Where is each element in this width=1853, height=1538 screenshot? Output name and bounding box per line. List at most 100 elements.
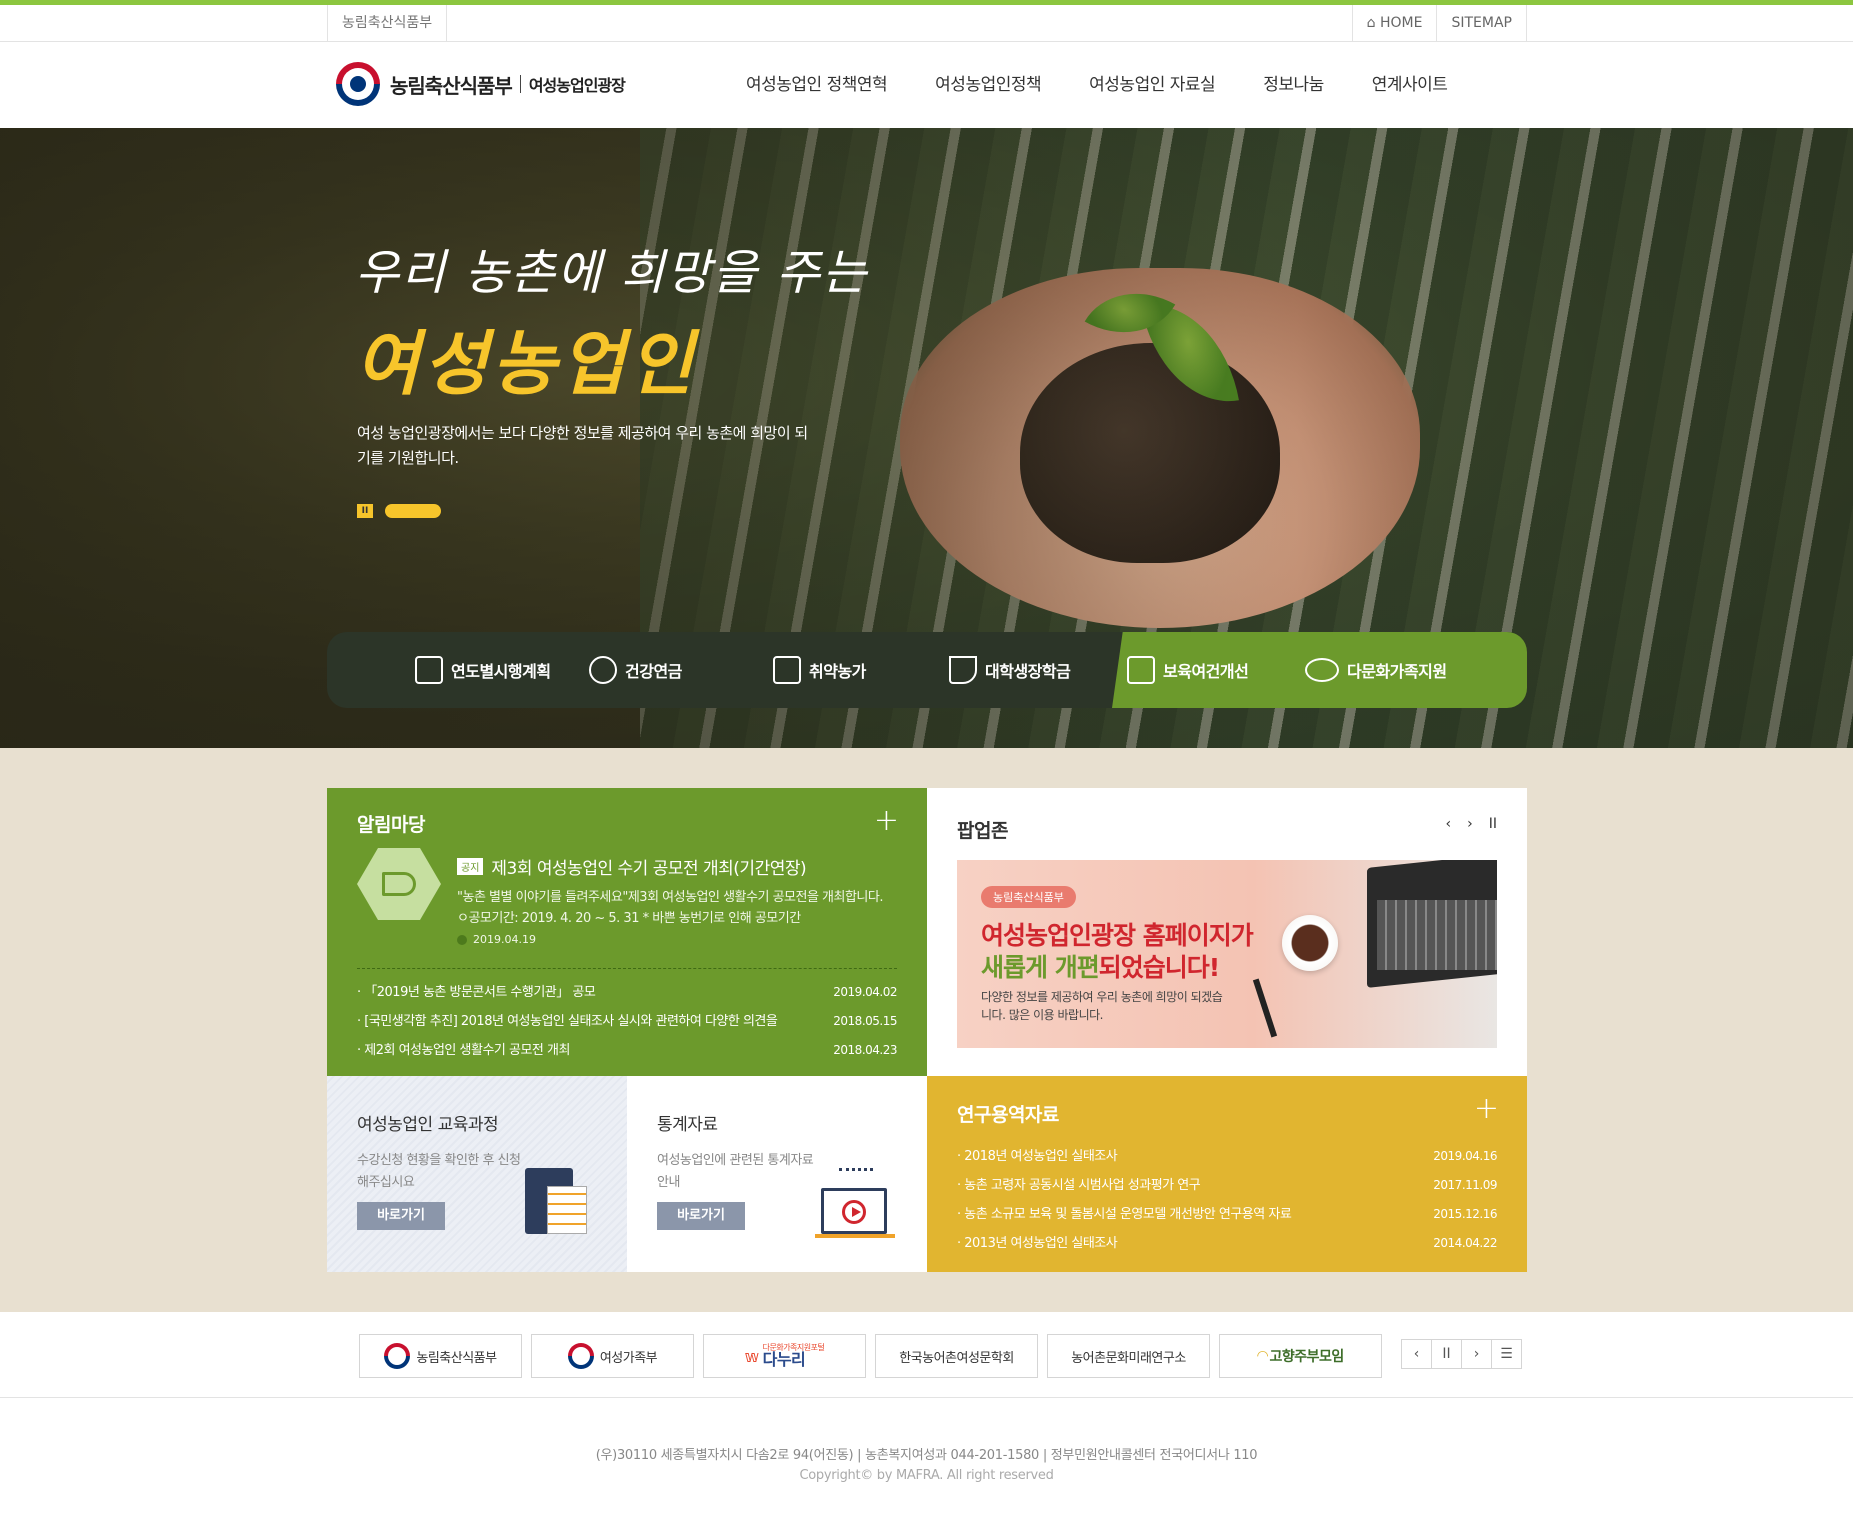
research-title: 연구용역자료	[957, 1104, 1059, 1126]
featured-notice[interactable]: 공지 제3회 여성농업인 수기 공모전 개최(기간연장) "농촌 별별 이야기를…	[457, 854, 897, 946]
site-logo[interactable]: 농림축산식품부 여성농업인광장	[336, 62, 626, 106]
list-item[interactable]: · 제2회 여성농업인 생활수기 공모전 개최 2018.04.23	[357, 1036, 897, 1065]
featured-notice-date: 2019.04.19	[473, 933, 536, 946]
research-item-date: 2015.12.16	[1433, 1207, 1497, 1221]
quick-link-multicultural[interactable]: 다문화가족지원	[1305, 632, 1447, 708]
play-icon	[842, 1200, 866, 1224]
statistics-description: 여성농업인에 관련된 통계자료 안내	[657, 1153, 814, 1190]
list-item[interactable]: · 농촌 소규모 보육 및 돌봄시설 운영모델 개선방안 연구용역 자료 201…	[957, 1200, 1497, 1229]
list-item[interactable]: · 2013년 여성농업인 실태조사 2014.04.22	[957, 1229, 1497, 1258]
nav-info-share[interactable]: 정보나눔	[1263, 42, 1324, 128]
list-item[interactable]: · [국민생각함 추진] 2018년 여성농업인 실태조사 실시와 관련하여 다…	[357, 1007, 897, 1036]
research-item-title[interactable]: · 농촌 소규모 보육 및 돌봄시설 운영모델 개선방안 연구용역 자료	[957, 1200, 1292, 1229]
nav-policy-history[interactable]: 여성농업인 정책연혁	[746, 42, 888, 128]
notice-tag-badge: 공지	[457, 858, 484, 875]
partner-next-button[interactable]: ›	[1461, 1339, 1492, 1369]
main-nav: 여성농업인 정책연혁 여성농업인정책 여성농업인 자료실 정보나눔 연계사이트	[746, 42, 1495, 128]
education-description: 수강신청 현황을 확인한 후 신청해주십시요	[357, 1153, 521, 1190]
notice-divider	[357, 968, 897, 969]
banner-headline-line2: 새롭게 개편되었습니다!	[981, 953, 1220, 982]
research-panel: 연구용역자료 + · 2018년 여성농업인 실태조사 2019.04.16 ·…	[927, 1076, 1527, 1272]
popup-title: 팝업존	[957, 820, 1008, 842]
clipboard-icon	[773, 656, 801, 684]
popup-next-button[interactable]: ›	[1467, 816, 1473, 832]
checklist-icon	[547, 1186, 587, 1234]
notice-item-date: 2019.04.02	[833, 985, 897, 999]
partner-logos: 농림축산식품부 여성가족부 𝕨 다문화가족지원포털 다누리 한국농어촌여성문학회 농…	[359, 1334, 1391, 1378]
notice-title: 알림마당	[357, 814, 425, 836]
taeguk-icon	[384, 1343, 411, 1369]
home-icon: ⌂	[1366, 15, 1380, 31]
quick-link-scholarship[interactable]: 대학생장학금	[949, 632, 1071, 708]
partner-mogef[interactable]: 여성가족부	[531, 1334, 694, 1378]
list-item[interactable]: · 농촌 고령자 공동시설 시범사업 성과평가 연구 2017.11.09	[957, 1171, 1497, 1200]
banner-ministry-tag: 농림축산식품부	[981, 886, 1076, 908]
broadcast-rays-icon	[839, 1168, 873, 1180]
research-item-title[interactable]: · 2013년 여성농업인 실태조사	[957, 1229, 1118, 1258]
research-item-date: 2014.04.22	[1433, 1236, 1497, 1250]
quick-links-bar: 연도별시행계획 건강연금 취약농가 대학생장학금 보육여건개선 다문화가족지원	[327, 632, 1527, 708]
notice-item-title[interactable]: · 제2회 여성농업인 생활수기 공모전 개최	[357, 1036, 817, 1065]
chat-bubbles-icon	[1305, 658, 1339, 682]
org-label: 농림축산식품부	[327, 5, 448, 42]
banner-description: 다양한 정보를 제공하여 우리 농촌에 희망이 되겠습니다. 많은 이용 바랍니…	[981, 990, 1223, 1022]
laptop-keyboard-image	[1377, 900, 1497, 970]
chart-board-icon	[415, 656, 443, 684]
pen-image	[1252, 978, 1278, 1038]
notice-list: · 「2019년 농촌 방문콘서트 수행기관」 공모 2019.04.02 · …	[357, 978, 897, 1065]
quick-link-annual-plan[interactable]: 연도별시행계획	[415, 632, 551, 708]
nav-related-sites[interactable]: 연계사이트	[1372, 42, 1448, 128]
notice-item-title[interactable]: · 「2019년 농촌 방문콘서트 수행기관」 공모	[357, 978, 817, 1007]
hero-description: 여성 농업인광장에서는 보다 다양한 정보를 제공하여 우리 농촌에 희망이 되…	[357, 424, 808, 467]
coffee-cup-image	[1282, 915, 1338, 971]
hero-pause-button[interactable]: II	[357, 504, 373, 518]
notice-item-title[interactable]: · [국민생각함 추진] 2018년 여성농업인 실태조사 실시와 관련하여 다…	[357, 1007, 817, 1036]
partner-rural-women-literature[interactable]: 한국농어촌여성문학회	[875, 1334, 1038, 1378]
quick-links: 연도별시행계획 건강연금 취약농가 대학생장학금 보육여건개선 다문화가족지원	[327, 632, 1527, 708]
research-item-title[interactable]: · 2018년 여성농업인 실태조사	[957, 1142, 1118, 1171]
partner-prev-button[interactable]: ‹	[1401, 1339, 1432, 1369]
popup-pause-button[interactable]: II	[1489, 816, 1497, 832]
partner-rural-culture-institute[interactable]: 농어촌문화미래연구소	[1047, 1334, 1210, 1378]
sitemap-link[interactable]: SITEMAP	[1436, 5, 1527, 42]
education-title: 여성농업인 교육과정	[357, 1115, 499, 1135]
logo-site-name: 여성농업인광장	[528, 76, 626, 95]
popup-prev-button[interactable]: ‹	[1446, 816, 1452, 832]
nav-archive[interactable]: 여성농업인 자료실	[1089, 42, 1216, 128]
hand-coin-icon	[949, 656, 977, 684]
popup-banner[interactable]: 농림축산식품부 여성농업인광장 홈페이지가 새롭게 개편되었습니다! 다양한 정…	[957, 860, 1497, 1048]
research-more-button[interactable]: +	[1474, 1094, 1499, 1124]
statistics-go-button[interactable]: 바로가기	[657, 1202, 745, 1230]
partner-list-button[interactable]: ☰	[1491, 1339, 1522, 1369]
footer-address: (우)30110 세종특별자치시 다솜2로 94(어진동) | 농촌복지여성과 …	[595, 1448, 1258, 1463]
featured-notice-title[interactable]: 제3회 여성농업인 수기 공모전 개최(기간연장)	[491, 854, 806, 879]
featured-notice-body: "농촌 별별 이야기를 들려주세요"제3회 여성농업인 생활수기 공모전을 개최…	[457, 890, 883, 926]
education-card: 여성농업인 교육과정 수강신청 현황을 확인한 후 신청해주십시요 바로가기	[327, 1076, 627, 1272]
taeguk-icon	[567, 1343, 594, 1369]
notice-panel: 알림마당 + 공지 제3회 여성농업인 수기 공모전 개최(기간연장) "농촌 …	[327, 788, 927, 1076]
quick-link-childcare[interactable]: 보육여건개선	[1127, 632, 1249, 708]
research-item-date: 2017.11.09	[1433, 1178, 1497, 1192]
research-item-title[interactable]: · 농촌 고령자 공동시설 시범사업 성과평가 연구	[957, 1171, 1201, 1200]
nav-policy[interactable]: 여성농업인정책	[935, 42, 1041, 128]
gohyang-logo-icon: ◠	[1257, 1348, 1268, 1364]
partner-mafra[interactable]: 농림축산식품부	[359, 1334, 522, 1378]
notice-more-button[interactable]: +	[874, 806, 899, 836]
monitor-base-icon	[815, 1234, 895, 1238]
partner-banner-bar: 농림축산식품부 여성가족부 𝕨 다문화가족지원포털 다누리 한국농어촌여성문학회 농…	[0, 1312, 1853, 1398]
utility-bar: 농림축산식품부 ⌂ HOME SITEMAP	[0, 5, 1853, 42]
list-item[interactable]: · 「2019년 농촌 방문콘서트 수행기관」 공모 2019.04.02	[357, 978, 897, 1007]
list-item[interactable]: · 2018년 여성농업인 실태조사 2019.04.16	[957, 1142, 1497, 1171]
quick-link-health-pension[interactable]: 건강연금	[589, 632, 682, 708]
partner-danuri[interactable]: 𝕨 다문화가족지원포털 다누리	[703, 1334, 866, 1378]
partner-pause-button[interactable]: II	[1431, 1339, 1462, 1369]
home-link[interactable]: ⌂ HOME	[1351, 5, 1437, 42]
education-go-button[interactable]: 바로가기	[357, 1202, 445, 1230]
hero-slide-indicator[interactable]	[385, 504, 441, 518]
popup-controls: ‹ › II	[1430, 816, 1497, 832]
quick-link-vulnerable-farms[interactable]: 취약농가	[773, 632, 866, 708]
document-list-icon	[1127, 656, 1155, 684]
statistics-card: 통계자료 여성농업인에 관련된 통계자료 안내 바로가기	[627, 1076, 927, 1272]
taeguk-logo-icon	[336, 62, 380, 106]
partner-gohyang[interactable]: ◠ 고향주부모임	[1219, 1334, 1382, 1378]
